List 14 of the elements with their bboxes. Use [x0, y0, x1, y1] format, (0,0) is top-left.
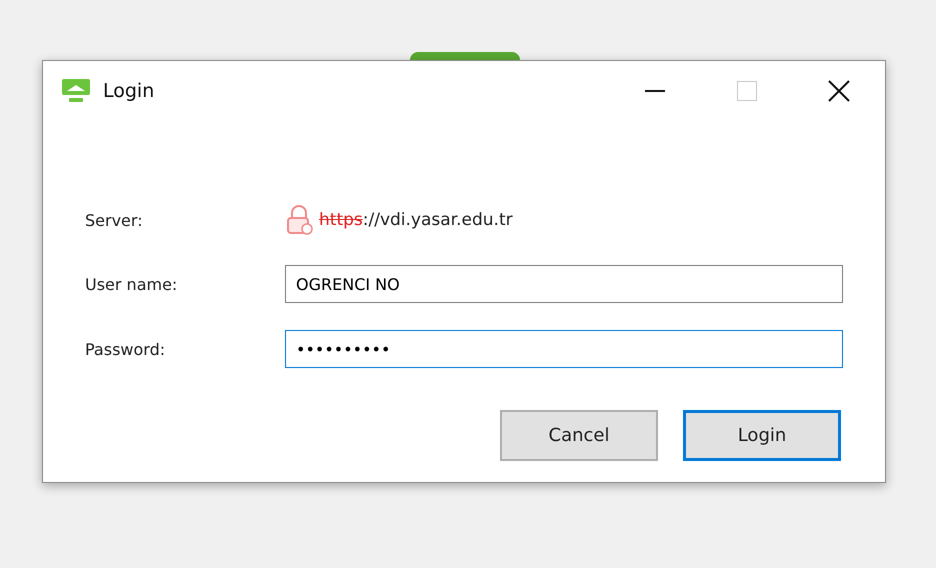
- field-label: User name:: [85, 274, 178, 294]
- input-field[interactable]: OGRENCI NO: [285, 265, 843, 303]
- minimize-icon: [645, 90, 665, 92]
- cancel-button[interactable]: Cancel: [500, 410, 658, 461]
- login-button[interactable]: Login: [683, 410, 841, 461]
- close-icon: [828, 80, 850, 102]
- input-field[interactable]: ••••••••••: [285, 330, 843, 368]
- server-url: https://vdi.yasar.edu.tr: [319, 210, 513, 230]
- lock-icon: [285, 205, 313, 235]
- window-title: Login: [103, 80, 156, 102]
- maximize-icon: [737, 81, 757, 101]
- server-label: Server:: [85, 210, 144, 230]
- monitor-icon: [61, 78, 91, 104]
- field-label: Password:: [85, 340, 166, 358]
